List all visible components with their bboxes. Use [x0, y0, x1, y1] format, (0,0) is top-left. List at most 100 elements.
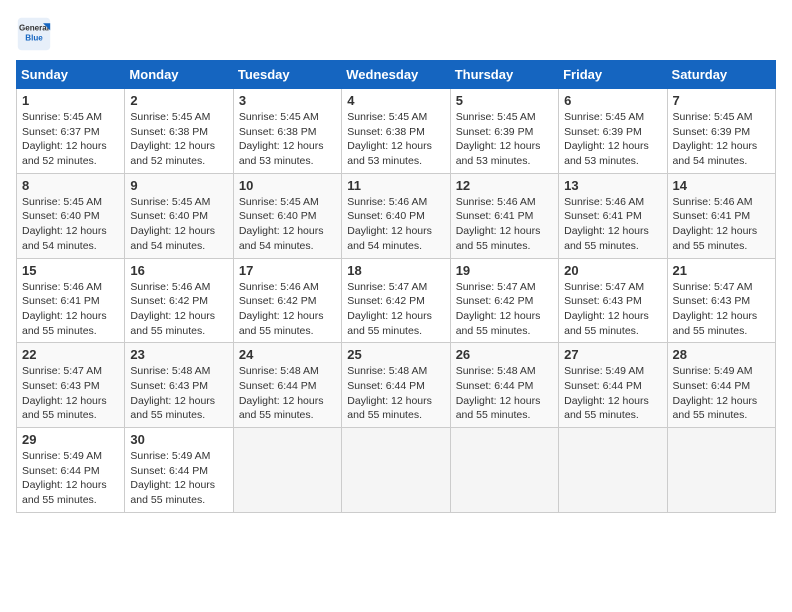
daylight-label: Daylight: 12 hours and 55 minutes.: [22, 310, 107, 337]
calendar-cell: 7 Sunrise: 5:45 AM Sunset: 6:39 PM Dayli…: [667, 89, 775, 174]
daylight-label: Daylight: 12 hours and 55 minutes.: [239, 310, 324, 337]
day-number: 7: [673, 93, 770, 108]
sunset-label: Sunset: 6:42 PM: [130, 295, 208, 307]
calendar-cell: 14 Sunrise: 5:46 AM Sunset: 6:41 PM Dayl…: [667, 173, 775, 258]
sunrise-label: Sunrise: 5:46 AM: [347, 196, 427, 208]
day-info: Sunrise: 5:48 AM Sunset: 6:44 PM Dayligh…: [347, 364, 444, 423]
sunset-label: Sunset: 6:41 PM: [673, 210, 751, 222]
calendar-cell: 15 Sunrise: 5:46 AM Sunset: 6:41 PM Dayl…: [17, 258, 125, 343]
daylight-label: Daylight: 12 hours and 52 minutes.: [130, 140, 215, 167]
calendar-cell: 26 Sunrise: 5:48 AM Sunset: 6:44 PM Dayl…: [450, 343, 558, 428]
calendar-cell: 24 Sunrise: 5:48 AM Sunset: 6:44 PM Dayl…: [233, 343, 341, 428]
daylight-label: Daylight: 12 hours and 53 minutes.: [239, 140, 324, 167]
daylight-label: Daylight: 12 hours and 55 minutes.: [673, 395, 758, 422]
sunrise-label: Sunrise: 5:46 AM: [130, 281, 210, 293]
day-info: Sunrise: 5:48 AM Sunset: 6:44 PM Dayligh…: [456, 364, 553, 423]
daylight-label: Daylight: 12 hours and 55 minutes.: [130, 479, 215, 506]
day-number: 10: [239, 178, 336, 193]
sunrise-label: Sunrise: 5:45 AM: [564, 111, 644, 123]
day-number: 14: [673, 178, 770, 193]
daylight-label: Daylight: 12 hours and 55 minutes.: [564, 225, 649, 252]
calendar-cell: 8 Sunrise: 5:45 AM Sunset: 6:40 PM Dayli…: [17, 173, 125, 258]
sunset-label: Sunset: 6:44 PM: [22, 465, 100, 477]
daylight-label: Daylight: 12 hours and 54 minutes.: [673, 140, 758, 167]
sunrise-label: Sunrise: 5:45 AM: [673, 111, 753, 123]
daylight-label: Daylight: 12 hours and 54 minutes.: [239, 225, 324, 252]
day-info: Sunrise: 5:46 AM Sunset: 6:42 PM Dayligh…: [130, 280, 227, 339]
daylight-label: Daylight: 12 hours and 53 minutes.: [347, 140, 432, 167]
sunset-label: Sunset: 6:38 PM: [130, 126, 208, 138]
sunset-label: Sunset: 6:39 PM: [564, 126, 642, 138]
day-info: Sunrise: 5:49 AM Sunset: 6:44 PM Dayligh…: [673, 364, 770, 423]
day-number: 4: [347, 93, 444, 108]
day-number: 13: [564, 178, 661, 193]
day-info: Sunrise: 5:48 AM Sunset: 6:44 PM Dayligh…: [239, 364, 336, 423]
day-info: Sunrise: 5:46 AM Sunset: 6:40 PM Dayligh…: [347, 195, 444, 254]
day-info: Sunrise: 5:45 AM Sunset: 6:38 PM Dayligh…: [347, 110, 444, 169]
day-info: Sunrise: 5:45 AM Sunset: 6:37 PM Dayligh…: [22, 110, 119, 169]
calendar-cell: [667, 428, 775, 513]
day-info: Sunrise: 5:47 AM Sunset: 6:43 PM Dayligh…: [22, 364, 119, 423]
sunrise-label: Sunrise: 5:49 AM: [22, 450, 102, 462]
day-number: 2: [130, 93, 227, 108]
day-number: 3: [239, 93, 336, 108]
sunrise-label: Sunrise: 5:47 AM: [564, 281, 644, 293]
sunrise-label: Sunrise: 5:47 AM: [673, 281, 753, 293]
daylight-label: Daylight: 12 hours and 55 minutes.: [564, 310, 649, 337]
daylight-label: Daylight: 12 hours and 55 minutes.: [564, 395, 649, 422]
daylight-label: Daylight: 12 hours and 55 minutes.: [673, 225, 758, 252]
calendar-table: SundayMondayTuesdayWednesdayThursdayFrid…: [16, 60, 776, 513]
calendar-cell: 28 Sunrise: 5:49 AM Sunset: 6:44 PM Dayl…: [667, 343, 775, 428]
daylight-label: Daylight: 12 hours and 54 minutes.: [130, 225, 215, 252]
day-of-week-header: Saturday: [667, 61, 775, 89]
calendar-cell: 12 Sunrise: 5:46 AM Sunset: 6:41 PM Dayl…: [450, 173, 558, 258]
daylight-label: Daylight: 12 hours and 55 minutes.: [347, 395, 432, 422]
calendar-cell: 9 Sunrise: 5:45 AM Sunset: 6:40 PM Dayli…: [125, 173, 233, 258]
calendar-cell: 10 Sunrise: 5:45 AM Sunset: 6:40 PM Dayl…: [233, 173, 341, 258]
day-number: 15: [22, 263, 119, 278]
sunset-label: Sunset: 6:41 PM: [22, 295, 100, 307]
day-of-week-header: Sunday: [17, 61, 125, 89]
day-info: Sunrise: 5:45 AM Sunset: 6:39 PM Dayligh…: [456, 110, 553, 169]
sunrise-label: Sunrise: 5:46 AM: [456, 196, 536, 208]
sunset-label: Sunset: 6:41 PM: [456, 210, 534, 222]
sunrise-label: Sunrise: 5:49 AM: [673, 365, 753, 377]
sunrise-label: Sunrise: 5:46 AM: [239, 281, 319, 293]
calendar-cell: 18 Sunrise: 5:47 AM Sunset: 6:42 PM Dayl…: [342, 258, 450, 343]
calendar-cell: 21 Sunrise: 5:47 AM Sunset: 6:43 PM Dayl…: [667, 258, 775, 343]
sunset-label: Sunset: 6:44 PM: [347, 380, 425, 392]
day-number: 17: [239, 263, 336, 278]
day-number: 25: [347, 347, 444, 362]
sunset-label: Sunset: 6:43 PM: [130, 380, 208, 392]
sunset-label: Sunset: 6:43 PM: [564, 295, 642, 307]
sunrise-label: Sunrise: 5:48 AM: [130, 365, 210, 377]
sunset-label: Sunset: 6:44 PM: [564, 380, 642, 392]
sunrise-label: Sunrise: 5:49 AM: [564, 365, 644, 377]
day-number: 23: [130, 347, 227, 362]
day-number: 11: [347, 178, 444, 193]
daylight-label: Daylight: 12 hours and 54 minutes.: [22, 225, 107, 252]
sunrise-label: Sunrise: 5:45 AM: [456, 111, 536, 123]
day-number: 8: [22, 178, 119, 193]
day-of-week-header: Friday: [559, 61, 667, 89]
sunrise-label: Sunrise: 5:45 AM: [347, 111, 427, 123]
calendar-cell: 3 Sunrise: 5:45 AM Sunset: 6:38 PM Dayli…: [233, 89, 341, 174]
calendar-cell: 17 Sunrise: 5:46 AM Sunset: 6:42 PM Dayl…: [233, 258, 341, 343]
daylight-label: Daylight: 12 hours and 52 minutes.: [22, 140, 107, 167]
sunset-label: Sunset: 6:40 PM: [239, 210, 317, 222]
sunset-label: Sunset: 6:42 PM: [239, 295, 317, 307]
sunset-label: Sunset: 6:39 PM: [673, 126, 751, 138]
sunset-label: Sunset: 6:43 PM: [22, 380, 100, 392]
day-info: Sunrise: 5:45 AM Sunset: 6:39 PM Dayligh…: [673, 110, 770, 169]
calendar-cell: 2 Sunrise: 5:45 AM Sunset: 6:38 PM Dayli…: [125, 89, 233, 174]
sunset-label: Sunset: 6:37 PM: [22, 126, 100, 138]
page-header: General Blue: [16, 16, 776, 52]
sunset-label: Sunset: 6:38 PM: [239, 126, 317, 138]
sunset-label: Sunset: 6:40 PM: [130, 210, 208, 222]
day-number: 16: [130, 263, 227, 278]
sunset-label: Sunset: 6:38 PM: [347, 126, 425, 138]
day-info: Sunrise: 5:46 AM Sunset: 6:41 PM Dayligh…: [673, 195, 770, 254]
day-number: 30: [130, 432, 227, 447]
sunrise-label: Sunrise: 5:48 AM: [456, 365, 536, 377]
calendar-week-row: 15 Sunrise: 5:46 AM Sunset: 6:41 PM Dayl…: [17, 258, 776, 343]
